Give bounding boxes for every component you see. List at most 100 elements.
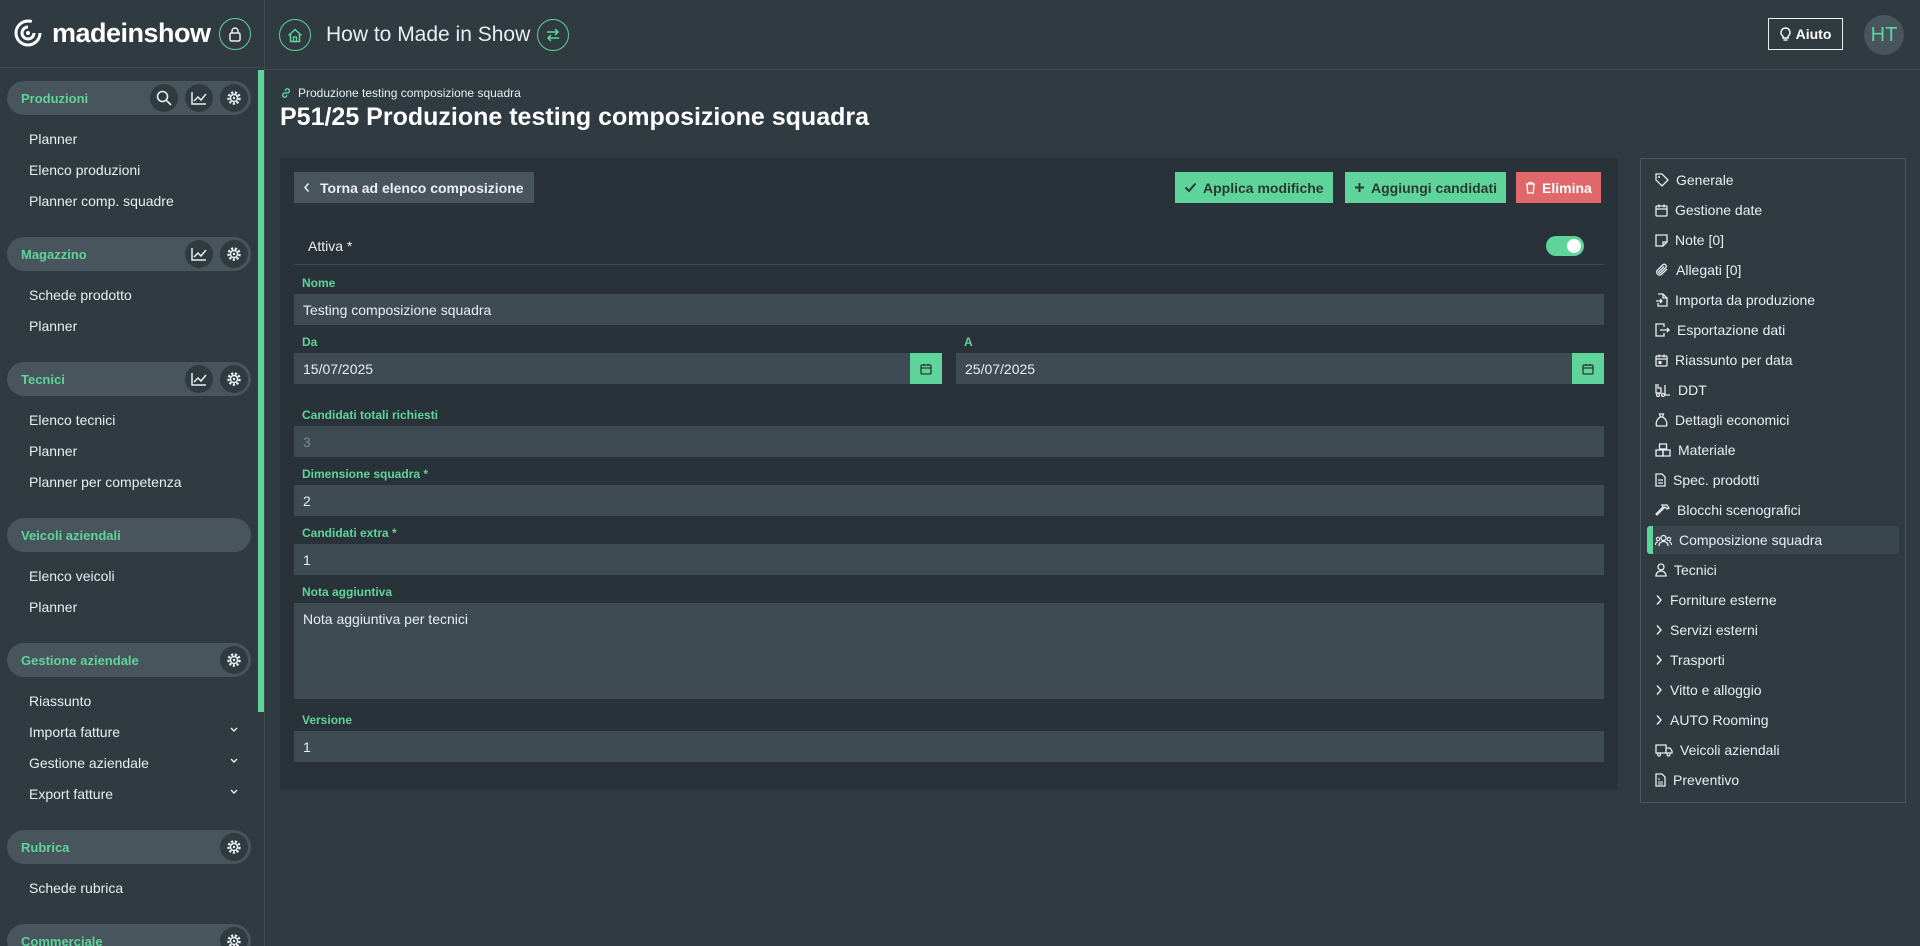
home-icon bbox=[287, 27, 303, 43]
topbar: How to Made in Show Aiuto HT bbox=[265, 0, 1920, 70]
lightbulb-icon bbox=[1780, 26, 1791, 42]
menu-item-esportazione-dati[interactable]: Esportazione dati bbox=[1655, 322, 1785, 338]
a-label: A bbox=[964, 335, 973, 349]
gear-icon[interactable] bbox=[220, 84, 248, 112]
add-candidates-button[interactable]: Aggiungi candidati bbox=[1345, 172, 1506, 203]
menu-item-generale[interactable]: Generale bbox=[1655, 172, 1734, 188]
file-export-icon bbox=[1655, 323, 1670, 337]
menu-item-importa-da-produzione[interactable]: Importa da produzione bbox=[1655, 292, 1815, 308]
menu-item-note[interactable]: Note [0] bbox=[1655, 232, 1724, 248]
avatar[interactable]: HT bbox=[1864, 15, 1904, 55]
gear-icon[interactable] bbox=[220, 927, 248, 946]
gear-icon[interactable] bbox=[220, 365, 248, 393]
chevron-down-icon[interactable] bbox=[229, 788, 239, 796]
help-label: Aiuto bbox=[1795, 26, 1832, 42]
a-date-input[interactable]: 25/07/2025 bbox=[956, 353, 1572, 384]
menu-item-riassunto-per-data[interactable]: Riassunto per data bbox=[1655, 352, 1793, 368]
nav-item-planner-comp-squadre[interactable]: Planner comp. squadre bbox=[29, 193, 239, 209]
section-rubrica[interactable]: Rubrica bbox=[7, 830, 251, 864]
switch-app-button[interactable] bbox=[537, 19, 569, 51]
menu-item-vitto-e-alloggio[interactable]: Vitto e alloggio bbox=[1655, 682, 1762, 698]
gear-icon[interactable] bbox=[220, 240, 248, 268]
menu-item-ddt[interactable]: DDT bbox=[1655, 382, 1707, 398]
chart-icon[interactable] bbox=[185, 84, 213, 112]
nav-item-planner[interactable]: Planner bbox=[29, 443, 239, 459]
menu-item-label: Spec. prodotti bbox=[1673, 472, 1760, 488]
back-to-list-button[interactable]: Torna ad elenco composizione bbox=[294, 172, 534, 203]
menu-item-composizione-squadra[interactable]: Composizione squadra bbox=[1655, 532, 1822, 548]
attiva-label: Attiva * bbox=[308, 238, 353, 254]
help-button[interactable]: Aiuto bbox=[1768, 18, 1843, 50]
section-title: Magazzino bbox=[21, 247, 87, 262]
nav-item-schede-rubrica[interactable]: Schede rubrica bbox=[29, 880, 239, 896]
section-commerciale[interactable]: Commerciale bbox=[7, 924, 251, 946]
add-label: Aggiungi candidati bbox=[1371, 179, 1497, 196]
nome-input[interactable]: Testing composizione squadra bbox=[294, 294, 1604, 325]
chevron-down-icon[interactable] bbox=[229, 757, 239, 765]
chart-icon[interactable] bbox=[185, 240, 213, 268]
candidati-totali-field: 3 bbox=[294, 426, 1604, 457]
nav-item-importa-fatture[interactable]: Importa fatture bbox=[29, 724, 239, 740]
boxes-icon bbox=[1655, 443, 1671, 457]
nav-item-planner[interactable]: Planner bbox=[29, 131, 239, 147]
section-title: Rubrica bbox=[21, 840, 70, 855]
plus-icon bbox=[1354, 182, 1365, 193]
nav-item-planner[interactable]: Planner bbox=[29, 599, 239, 615]
menu-item-tecnici[interactable]: Tecnici bbox=[1655, 562, 1717, 578]
section-magazzino[interactable]: Magazzino bbox=[7, 237, 251, 271]
logo-text[interactable]: madeinshow bbox=[52, 18, 211, 49]
nav-item-gestione-aziendale[interactable]: Gestione aziendale bbox=[29, 755, 239, 771]
menu-item-veicoli-aziendali[interactable]: Veicoli aziendali bbox=[1655, 742, 1780, 758]
menu-item-materiale[interactable]: Materiale bbox=[1655, 442, 1736, 458]
calendar-icon[interactable] bbox=[910, 353, 942, 384]
chevron-right-icon bbox=[1655, 714, 1663, 726]
gear-icon[interactable] bbox=[220, 833, 248, 861]
dimensione-squadra-input[interactable]: 2 bbox=[294, 485, 1604, 516]
versione-input[interactable]: 1 bbox=[294, 731, 1604, 762]
section-veicoli-aziendali[interactable]: Veicoli aziendali bbox=[7, 518, 251, 552]
calendar-icon[interactable] bbox=[1572, 353, 1604, 384]
chevron-down-icon[interactable] bbox=[229, 726, 239, 734]
attiva-toggle[interactable] bbox=[1546, 236, 1584, 256]
menu-item-allegati[interactable]: Allegati [0] bbox=[1655, 262, 1741, 278]
menu-item-preventivo[interactable]: Preventivo bbox=[1655, 772, 1739, 788]
gear-icon[interactable] bbox=[220, 646, 248, 674]
nav-item-planner-per-competenza[interactable]: Planner per competenza bbox=[29, 474, 239, 490]
menu-item-auto-rooming[interactable]: AUTO Rooming bbox=[1655, 712, 1769, 728]
chart-icon[interactable] bbox=[185, 365, 213, 393]
nav-item-export-fatture[interactable]: Export fatture bbox=[29, 786, 239, 802]
candidati-extra-input[interactable]: 1 bbox=[294, 544, 1604, 575]
menu-item-dettagli-economici[interactable]: Dettagli economici bbox=[1655, 412, 1789, 428]
section-produzioni[interactable]: Produzioni bbox=[7, 81, 251, 115]
menu-item-spec-prodotti[interactable]: Spec. prodotti bbox=[1655, 472, 1759, 488]
menu-item-servizi-esterni[interactable]: Servizi esterni bbox=[1655, 622, 1758, 638]
page-title: P51/25 Produzione testing composizione s… bbox=[280, 103, 870, 131]
nav-item-elenco-veicoli[interactable]: Elenco veicoli bbox=[29, 568, 239, 584]
nota-aggiuntiva-textarea[interactable]: Nota aggiuntiva per tecnici bbox=[294, 603, 1604, 699]
da-date-input[interactable]: 15/07/2025 bbox=[294, 353, 910, 384]
nav-item-schede-prodotto[interactable]: Schede prodotto bbox=[29, 287, 239, 303]
nav-item-elenco-produzioni[interactable]: Elenco produzioni bbox=[29, 162, 239, 178]
nav-item-planner[interactable]: Planner bbox=[29, 318, 239, 334]
apply-changes-button[interactable]: Applica modifiche bbox=[1175, 172, 1333, 203]
delete-button[interactable]: Elimina bbox=[1516, 172, 1601, 203]
apply-label: Applica modifiche bbox=[1203, 179, 1324, 196]
menu-item-gestione-date[interactable]: Gestione date bbox=[1655, 202, 1762, 218]
menu-item-forniture-esterne[interactable]: Forniture esterne bbox=[1655, 592, 1777, 608]
search-icon[interactable] bbox=[150, 84, 178, 112]
da-label: Da bbox=[302, 335, 318, 349]
section-tecnici[interactable]: Tecnici bbox=[7, 362, 251, 396]
menu-item-trasporti[interactable]: Trasporti bbox=[1655, 652, 1725, 668]
lock-button[interactable] bbox=[219, 18, 251, 50]
section-gestione-aziendale[interactable]: Gestione aziendale bbox=[7, 643, 251, 677]
breadcrumb[interactable]: Produzione testing composizione squadra bbox=[280, 86, 521, 100]
menu-item-blocchi-scenografici[interactable]: Blocchi scenografici bbox=[1655, 502, 1801, 518]
nav-item-riassunto[interactable]: Riassunto bbox=[29, 693, 239, 709]
menu-item-label: Allegati [0] bbox=[1676, 262, 1742, 278]
nav-item-elenco-tecnici[interactable]: Elenco tecnici bbox=[29, 412, 239, 428]
menu-item-label: Vitto e alloggio bbox=[1670, 682, 1762, 698]
back-label: Torna ad elenco composizione bbox=[320, 179, 524, 196]
sidebar-scrollbar[interactable] bbox=[258, 70, 264, 712]
menu-item-label: Tecnici bbox=[1674, 562, 1717, 578]
home-button[interactable] bbox=[279, 19, 311, 51]
